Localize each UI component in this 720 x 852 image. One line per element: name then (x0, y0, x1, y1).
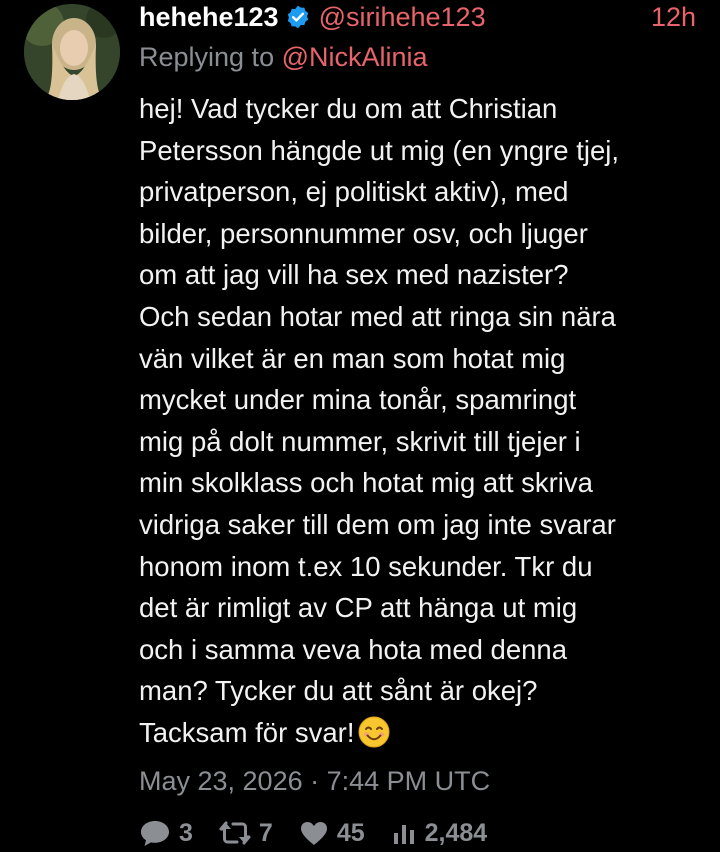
tweet[interactable]: hehehe123 @sirihehe123 12h Replying to @… (0, 0, 720, 852)
tweet-time[interactable]: 12h (651, 0, 704, 34)
replying-to-label: Replying to (139, 42, 275, 72)
replying-to: Replying to @NickAlinia (139, 40, 704, 74)
display-name[interactable]: hehehe123 (139, 0, 279, 34)
tweet-body-text: hej! Vad tycker du om att Christian Pete… (139, 93, 620, 748)
replying-to-handle[interactable]: @NickAlinia (282, 42, 428, 72)
verified-badge-icon (285, 4, 311, 30)
avatar[interactable] (24, 4, 120, 100)
avatar-image (24, 4, 120, 100)
tweet-body: hej! Vad tycker du om att Christian Pete… (139, 88, 704, 760)
tweet-content: hehehe123 @sirihehe123 12h Replying to @… (139, 0, 704, 760)
tweet-stats: 3 7 45 2,484 (139, 816, 513, 850)
user-handle[interactable]: @sirihehe123 (319, 0, 486, 34)
smiling-face-emoji-icon (358, 716, 390, 760)
like-stat[interactable]: 45 (299, 819, 365, 848)
like-count: 45 (336, 818, 365, 847)
retweet-stat[interactable]: 7 (219, 819, 273, 848)
reply-bubble-icon (141, 821, 169, 846)
tweet-header: hehehe123 @sirihehe123 12h (139, 0, 704, 34)
views-stat[interactable]: 2,484 (391, 818, 488, 848)
views-count: 2,484 (424, 818, 488, 847)
tweet-timestamp[interactable]: May 23, 2026 · 7:44 PM UTC (139, 764, 490, 798)
reply-stat[interactable]: 3 (139, 819, 193, 848)
retweet-count: 7 (258, 818, 273, 847)
retweet-icon (219, 821, 251, 845)
reply-count: 3 (179, 818, 193, 847)
views-bar-chart-icon (393, 825, 414, 844)
heart-icon (300, 822, 327, 845)
